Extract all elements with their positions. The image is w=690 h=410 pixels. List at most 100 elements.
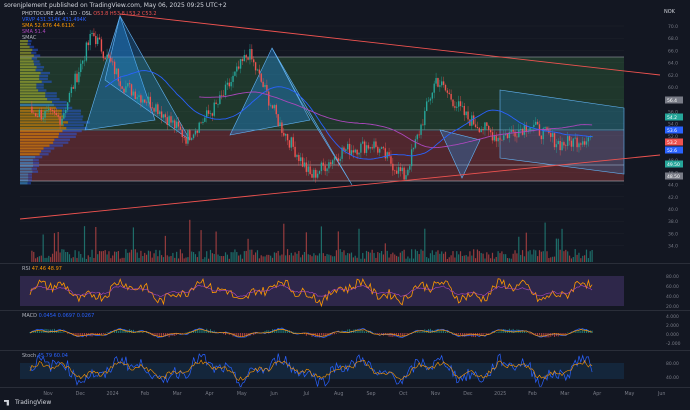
volume-bar: [309, 254, 311, 262]
volume-bar: [444, 251, 447, 262]
candle-body: [78, 72, 80, 83]
volume-bar: [93, 257, 95, 262]
price-tag-label: 53.6: [667, 128, 677, 134]
legend-smac[interactable]: SMAC: [22, 35, 36, 41]
volume-profile-bar-down: [54, 138, 70, 141]
macd-histogram-bar: [275, 330, 277, 333]
candle-body: [115, 68, 118, 75]
candle-body: [147, 96, 150, 103]
candle-body: [196, 130, 199, 133]
volume-bar: [74, 250, 76, 262]
macd-pane-separator: [0, 310, 690, 311]
volume-bar: [463, 255, 465, 262]
candle-body: [587, 137, 590, 142]
volume-bar: [548, 258, 550, 262]
volume-bar: [208, 258, 210, 262]
candle-body: [303, 162, 306, 167]
volume-bar: [510, 258, 512, 262]
macd-histogram-bar: [117, 330, 119, 333]
volume-bar: [320, 226, 322, 262]
candle-body: [512, 130, 514, 132]
volume-bar: [266, 254, 268, 262]
candle-body: [123, 88, 125, 93]
volume-bar: [153, 253, 155, 262]
macd-histogram-bar: [499, 331, 501, 333]
candle-body: [345, 149, 347, 152]
volume-bar: [420, 249, 422, 262]
volume-bar: [239, 254, 242, 262]
volume-bar: [371, 249, 373, 262]
candle-body: [553, 133, 556, 148]
volume-bar: [508, 258, 510, 262]
volume-bar: [241, 258, 244, 262]
volume-bar: [286, 249, 289, 262]
volume-bar: [206, 251, 208, 262]
macd-legend[interactable]: MACD 0.0454 0.0697 0.0267: [22, 313, 94, 319]
candle-body: [523, 125, 526, 135]
macd-histogram-bar: [238, 333, 240, 337]
candle-body: [100, 39, 103, 52]
candle-body: [311, 173, 313, 178]
volume-bar: [384, 243, 386, 262]
oscillator-tick-label: -2.000: [666, 341, 681, 347]
macd-histogram-bar: [185, 332, 187, 333]
candle-body: [497, 137, 499, 142]
volume-bar: [478, 251, 480, 262]
volume-bar: [493, 258, 495, 262]
volume-bar: [70, 258, 72, 262]
candle-body: [480, 129, 482, 133]
volume-bar: [495, 256, 497, 262]
volume-profile-bar-down: [43, 147, 55, 150]
currency-label: NOK: [664, 9, 675, 15]
candle-body: [394, 170, 396, 172]
volume-bar: [55, 251, 57, 262]
volume-bar: [123, 257, 125, 262]
volume-profile-bar-down: [67, 121, 90, 124]
price-candle: [277, 114, 279, 128]
volume-bar: [574, 249, 576, 262]
candle-body: [179, 126, 182, 130]
time-axis-label: Nov: [43, 391, 53, 397]
price-tag: 53.2: [665, 138, 683, 146]
candle-body: [456, 106, 458, 108]
candle-body: [350, 150, 353, 155]
volume-bar: [236, 252, 238, 262]
candle-body: [382, 147, 385, 149]
oscillator-tick-label: 80.00: [666, 274, 679, 280]
volume-bar: [497, 251, 499, 262]
candle-body: [164, 114, 167, 118]
macd-histogram-bar: [112, 332, 114, 333]
macd-histogram-bar: [488, 333, 490, 334]
volume-profile-bar-up: [20, 69, 36, 72]
candle-body: [157, 104, 159, 115]
volume-bar: [431, 250, 433, 262]
time-axis-label: Jun: [269, 391, 278, 397]
oscillator-tick-label: 20.00: [666, 304, 679, 310]
candle-body: [189, 130, 191, 140]
volume-bar: [337, 231, 339, 262]
candle-body: [273, 105, 276, 109]
volume-bar: [324, 255, 326, 262]
price-tag: 54.2: [665, 113, 683, 121]
volume-bar: [568, 255, 571, 262]
volume-profile-bar-up: [20, 45, 30, 49]
rsi-legend[interactable]: RSI 47.46 48.97: [22, 266, 62, 272]
volume-profile-bar-down: [38, 89, 47, 92]
candle-body: [585, 141, 588, 145]
macd-histogram-bar: [283, 330, 285, 333]
candle-body: [318, 171, 321, 174]
volume-profile-bar-up: [20, 80, 42, 83]
volume-bar: [520, 254, 522, 262]
volume-profile-bar-down: [63, 115, 84, 118]
volume-profile-bar-up: [20, 86, 37, 89]
candle-body: [335, 157, 338, 159]
volume-bar: [191, 251, 193, 262]
volume-bar: [339, 249, 341, 262]
candle-body: [98, 37, 101, 40]
macd-histogram-bar: [209, 329, 211, 333]
candle-body: [437, 78, 439, 87]
stoch-legend[interactable]: Stoch 45.79 60.04: [22, 353, 68, 359]
candle-body: [160, 111, 163, 118]
volume-bar: [399, 252, 401, 262]
volume-bar: [454, 257, 456, 262]
